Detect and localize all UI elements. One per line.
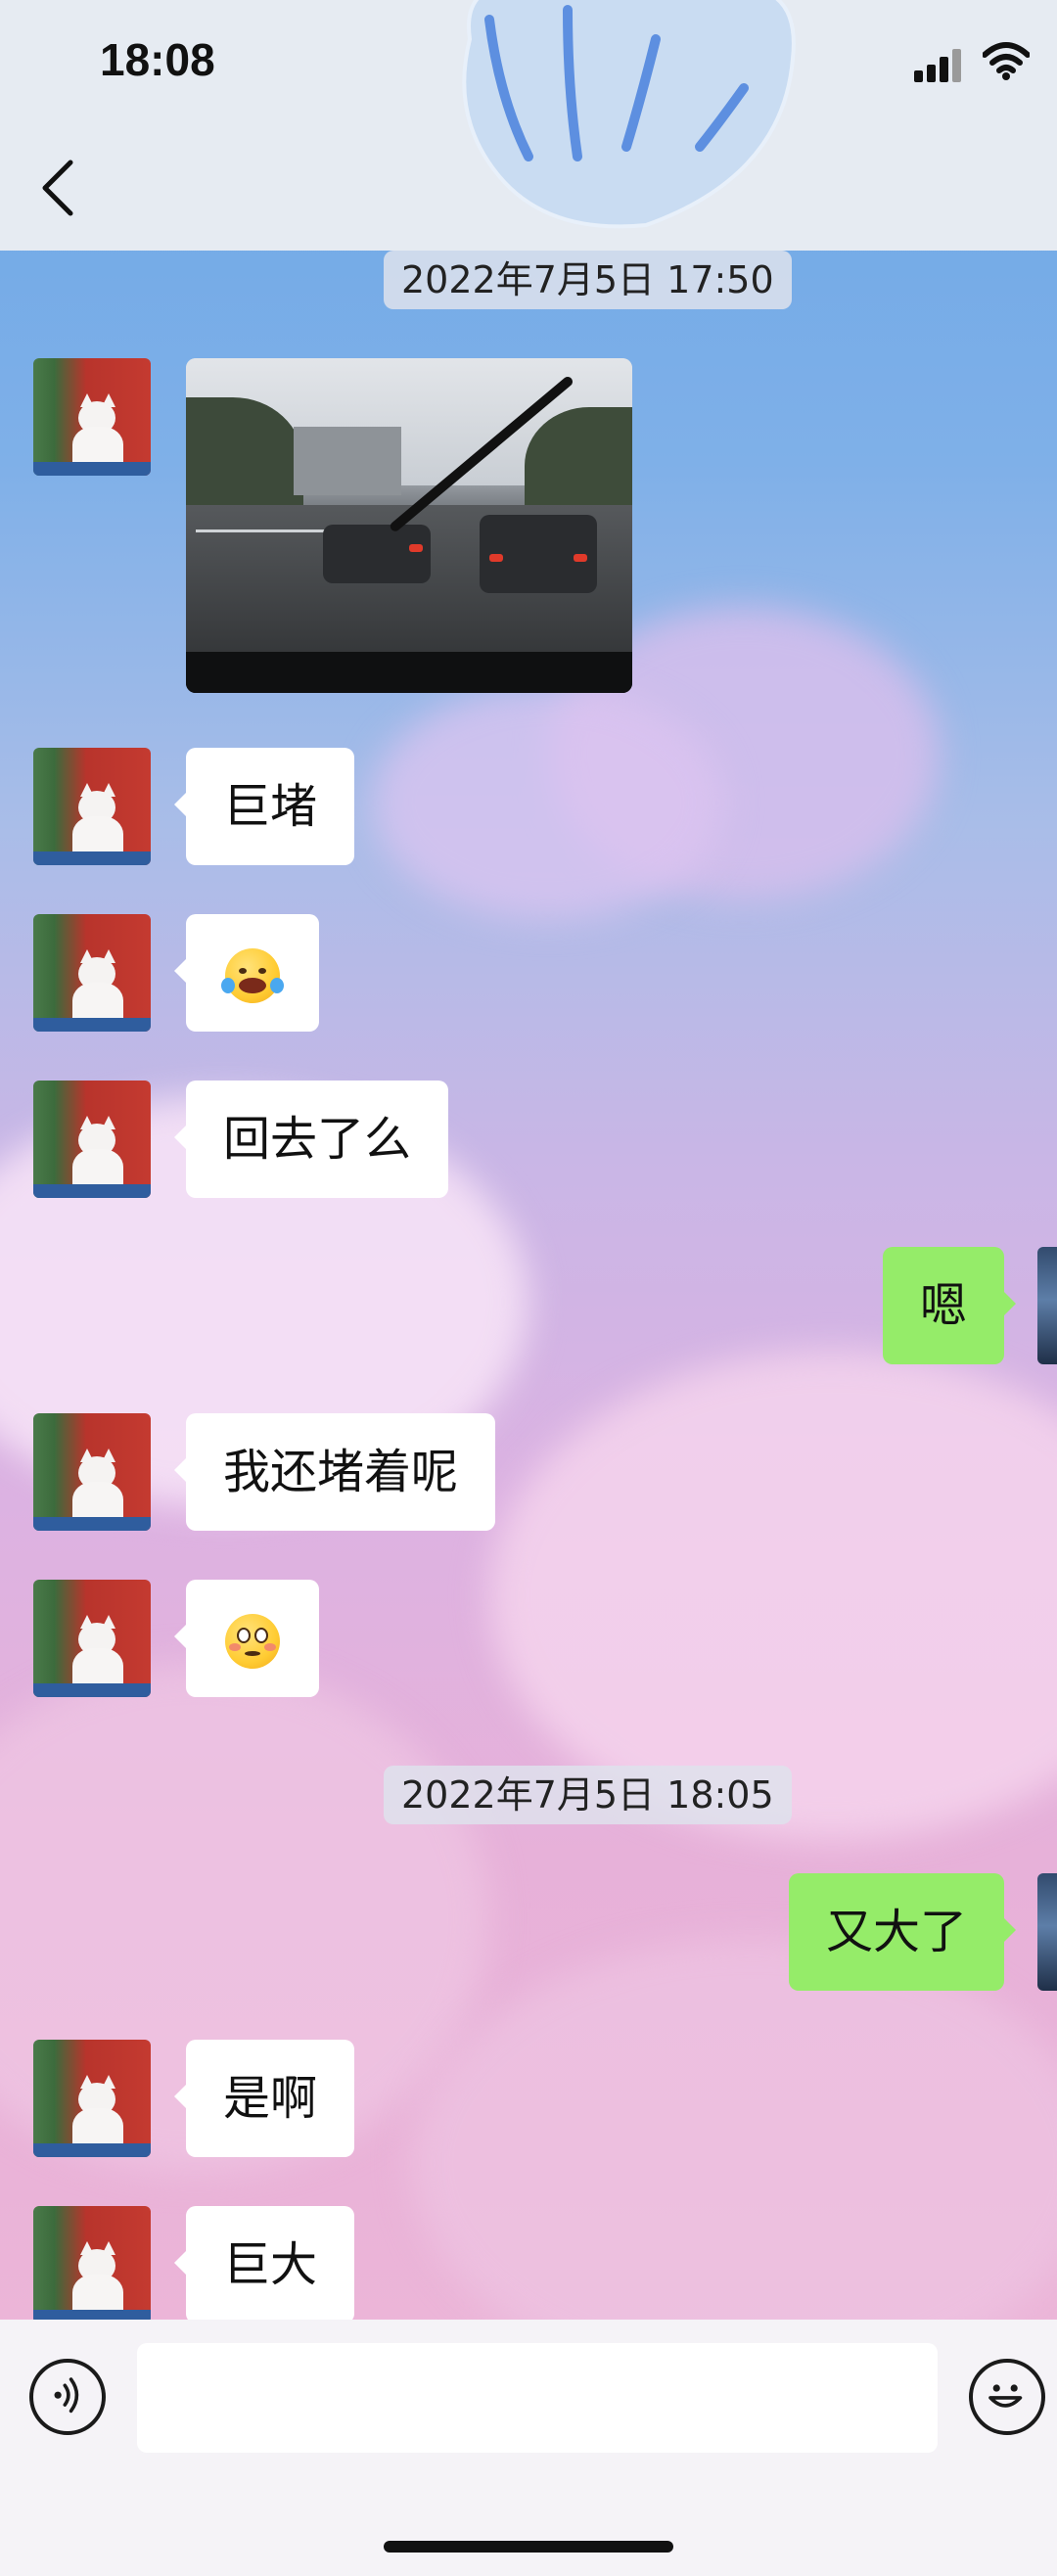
contact-avatar[interactable] <box>33 1413 151 1531</box>
incoming-message-bubble[interactable]: 巨大 <box>173 2206 355 2323</box>
flushed-face-emoji-icon <box>225 1614 280 1669</box>
chat-header: 18:08 <box>0 0 1057 251</box>
contact-avatar[interactable] <box>33 1580 151 1697</box>
wifi-icon <box>983 42 1030 80</box>
back-button[interactable] <box>37 157 84 219</box>
incoming-message-bubble[interactable]: 巨堵 <box>173 748 355 865</box>
image-message[interactable] <box>186 358 632 693</box>
background-cloud <box>372 685 724 920</box>
laughing-crying-emoji-icon <box>221 948 284 1003</box>
voice-button[interactable] <box>29 2359 106 2435</box>
message-timestamp: 2022年7月5日 18:05 <box>384 1766 792 1824</box>
shell-decoration-icon <box>462 0 796 229</box>
contact-avatar[interactable] <box>33 914 151 1032</box>
cellular-signal-icon <box>914 49 967 82</box>
incoming-message-bubble[interactable]: 是啊 <box>173 2040 355 2157</box>
contact-avatar[interactable] <box>33 358 151 476</box>
my-avatar[interactable] <box>1037 1873 1057 1991</box>
contact-avatar[interactable] <box>33 2206 151 2323</box>
chat-screen: 18:08 2022年7月5日 17:50 巨堵 回去了么 嗯 我还堵着呢 20… <box>0 0 1057 2576</box>
my-avatar[interactable] <box>1037 1247 1057 1364</box>
incoming-message-bubble[interactable]: 我还堵着呢 <box>173 1413 496 1531</box>
incoming-emoji-bubble[interactable] <box>174 1580 319 1697</box>
outgoing-message-bubble[interactable]: 又大了 <box>788 1873 1017 1991</box>
contact-avatar[interactable] <box>33 1081 151 1198</box>
incoming-emoji-bubble[interactable] <box>174 914 319 1032</box>
home-indicator[interactable] <box>384 2541 673 2553</box>
contact-avatar[interactable] <box>33 2040 151 2157</box>
outgoing-message-bubble[interactable]: 嗯 <box>882 1247 1017 1364</box>
incoming-message-bubble[interactable]: 回去了么 <box>173 1081 449 1198</box>
message-timestamp: 2022年7月5日 17:50 <box>384 251 792 309</box>
emoji-icon <box>988 2384 1023 2408</box>
chat-input-bar <box>0 2320 1057 2576</box>
status-time: 18:08 <box>100 34 215 85</box>
chevron-left-icon <box>42 160 73 216</box>
emoji-button[interactable] <box>969 2359 1045 2435</box>
contact-avatar[interactable] <box>33 748 151 865</box>
voice-icon <box>54 2377 79 2414</box>
message-text-input[interactable] <box>137 2343 938 2453</box>
